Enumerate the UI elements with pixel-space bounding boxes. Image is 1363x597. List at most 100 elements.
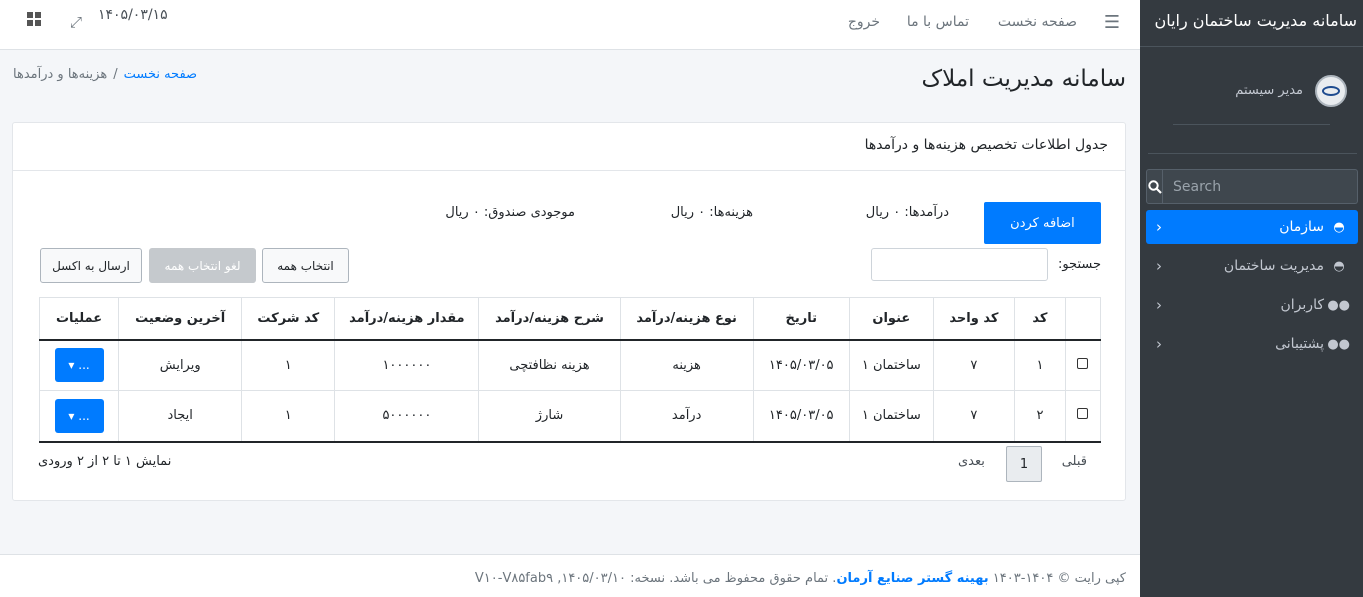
top-navbar: ☰ صفحه نخست تماس با ما خروج ۱۴۰۵/۰۳/۱۵ ⤢ <box>0 0 1140 50</box>
nav-link-home[interactable]: صفحه نخست <box>998 14 1077 30</box>
sidebar-item-label: کاربران <box>1280 297 1324 313</box>
row-checkbox[interactable] <box>1077 408 1089 420</box>
balance-stat: موجودی صندوق: ۰ ریال <box>445 205 575 220</box>
column-header[interactable]: کد واحد <box>932 297 1015 341</box>
column-header[interactable]: تاریخ <box>752 297 850 341</box>
table-cell: ایجاد <box>118 390 243 443</box>
footer-rights: . تمام حقوق محفوظ می باشد. نسخه: ۱۴۰۵/۰۳… <box>474 571 837 586</box>
deselect-all-button[interactable]: لغو انتخاب همه <box>149 248 256 283</box>
data-card: جدول اطلاعات تخصیص هزینه‌ها و درآمدها اض… <box>12 122 1126 501</box>
table-cell: ۱۰۰۰۰۰۰ <box>334 339 480 391</box>
row-actions-cell: ... ▾ <box>38 390 120 443</box>
user-panel: مدیر سیستم <box>1173 47 1347 125</box>
sidebar-item-label: پشتیبانی <box>1275 336 1324 352</box>
chevron-left-icon: ‹ <box>1156 296 1162 314</box>
sidebar-search-input[interactable] <box>1163 169 1358 204</box>
footer-company-link[interactable]: بهینه گستر صنایع آرمان <box>836 571 988 586</box>
sidebar-item-users[interactable]: ●● کاربران ‹ <box>1146 288 1358 322</box>
chevron-left-icon: ‹ <box>1156 335 1162 353</box>
breadcrumb-current: هزینه‌ها و درآمدها <box>13 67 108 82</box>
sidebar-item-label: سازمان <box>1279 219 1324 235</box>
column-header-select <box>1064 297 1102 341</box>
footer: کپی رایت © ۱۴۰۴-۱۴۰۳ بهینه گستر صنایع آر… <box>0 554 1140 597</box>
ops-label: ... <box>78 358 90 373</box>
users-icon: ●● <box>1327 297 1350 313</box>
column-header[interactable]: نوع هزینه/درآمد <box>619 297 754 341</box>
row-checkbox[interactable] <box>1077 357 1089 369</box>
sidebar-item-organization[interactable]: ◓ سازمان ‹ <box>1146 210 1358 244</box>
sidebar-search <box>1146 169 1358 204</box>
table-cell: ۷ <box>932 339 1015 391</box>
search-button[interactable] <box>1146 169 1163 204</box>
table-cell: ۵۰۰۰۰۰۰ <box>334 390 480 443</box>
income-stat: درآمدها: ۰ ریال <box>865 205 949 220</box>
table-cell: ۱۴۰۵/۰۳/۰۵ <box>752 339 850 391</box>
table-cell: ۲ <box>1013 390 1066 443</box>
breadcrumb-home[interactable]: صفحه نخست <box>124 67 197 82</box>
table-row: ۲ ۷ ساختمان ۱ ۱۴۰۵/۰۳/۰۵ درآمد شارژ ۵۰۰۰… <box>38 390 1102 443</box>
sidebar: سامانه مدیریت ساختمان رایان مدیر سیستم ◓… <box>1140 0 1363 597</box>
chevron-left-icon: ‹ <box>1156 257 1162 275</box>
current-date: ۱۴۰۵/۰۳/۱۵ <box>98 7 168 23</box>
table-cell: ۱ <box>241 339 336 391</box>
breadcrumb-separator: / <box>113 67 118 82</box>
nav-link-logout[interactable]: خروج <box>848 14 880 30</box>
card-title: جدول اطلاعات تخصیص هزینه‌ها و درآمدها <box>13 123 1125 171</box>
row-actions-button[interactable]: ... ▾ <box>54 348 104 383</box>
column-header[interactable]: کد <box>1013 297 1066 341</box>
search-icon <box>1147 179 1162 194</box>
row-select-cell <box>1064 339 1102 391</box>
pagination-previous[interactable]: قبلی <box>1062 454 1087 469</box>
table-cell: هزینه <box>619 339 754 391</box>
ops-label: ... <box>78 408 90 423</box>
add-button[interactable]: اضافه کردن <box>984 202 1101 244</box>
column-header[interactable]: کد شرکت <box>241 297 336 341</box>
logo-icon <box>1322 85 1340 96</box>
data-table: کد کد واحد عنوان تاریخ نوع هزینه/درآمد ش… <box>38 297 1102 443</box>
column-header[interactable]: مقدار هزینه/درآمد <box>334 297 480 341</box>
sidebar-item-label: مدیریت ساختمان <box>1223 258 1324 274</box>
page-title: سامانه مدیریت املاک <box>921 66 1126 92</box>
table-cell: ۷ <box>932 390 1015 443</box>
fullscreen-icon[interactable]: ⤢ <box>70 13 82 31</box>
brand-title[interactable]: سامانه مدیریت ساختمان رایان <box>1140 0 1363 47</box>
footer-copyright: کپی رایت © ۱۴۰۴-۱۴۰۳ <box>992 571 1126 586</box>
breadcrumb: صفحه نخست / هزینه‌ها و درآمدها <box>13 67 197 82</box>
user-name[interactable]: مدیر سیستم <box>1235 83 1303 98</box>
nav-link-contact[interactable]: تماس با ما <box>907 14 969 30</box>
sidebar-item-building-management[interactable]: ◓ مدیریت ساختمان ‹ <box>1146 249 1358 283</box>
column-header[interactable]: عنوان <box>848 297 934 341</box>
expenses-stat: هزینه‌ها: ۰ ریال <box>670 205 753 220</box>
table-cell: ۱۴۰۵/۰۳/۰۵ <box>752 390 850 443</box>
chevron-left-icon: ‹ <box>1156 218 1162 236</box>
table-cell: ساختمان ۱ <box>848 339 934 391</box>
caret-down-icon: ▾ <box>68 358 75 373</box>
table-cell: درآمد <box>619 390 754 443</box>
tachometer-icon: ◓ <box>1333 219 1345 235</box>
column-header[interactable]: آخرین وضعیت <box>118 297 243 341</box>
export-excel-button[interactable]: ارسال به اکسل <box>40 248 142 283</box>
table-header-row: کد کد واحد عنوان تاریخ نوع هزینه/درآمد ش… <box>38 297 1102 341</box>
pagination-next[interactable]: بعدی <box>958 454 985 469</box>
table-cell: ۱ <box>1013 339 1066 391</box>
menu-toggle-icon[interactable]: ☰ <box>1104 12 1120 33</box>
table-cell: ویرایش <box>118 339 243 391</box>
row-actions-cell: ... ▾ <box>38 339 120 391</box>
row-select-cell <box>1064 390 1102 443</box>
column-header[interactable]: شرح هزینه/درآمد <box>478 297 621 341</box>
table-cell: ۱ <box>241 390 336 443</box>
table-search-input[interactable] <box>871 248 1048 281</box>
caret-down-icon: ▾ <box>68 408 75 423</box>
table-search-label: جستجو: <box>1057 257 1101 272</box>
pagination-page-1[interactable]: 1 <box>1006 446 1042 482</box>
row-actions-button[interactable]: ... ▾ <box>54 398 104 433</box>
table-info: نمایش ۱ تا ۲ از ۲ ورودی <box>38 454 172 469</box>
sidebar-divider <box>1148 153 1357 154</box>
grid-icon[interactable] <box>27 12 41 30</box>
table-cell: شارژ <box>478 390 621 443</box>
avatar <box>1315 74 1347 107</box>
table-cell: ساختمان ۱ <box>848 390 934 443</box>
sidebar-item-support[interactable]: ●● پشتیبانی ‹ <box>1146 327 1358 361</box>
sidebar-nav: ◓ سازمان ‹ ◓ مدیریت ساختمان ‹ ●● کاربران… <box>1140 210 1363 361</box>
select-all-button[interactable]: انتخاب همه <box>262 248 349 283</box>
